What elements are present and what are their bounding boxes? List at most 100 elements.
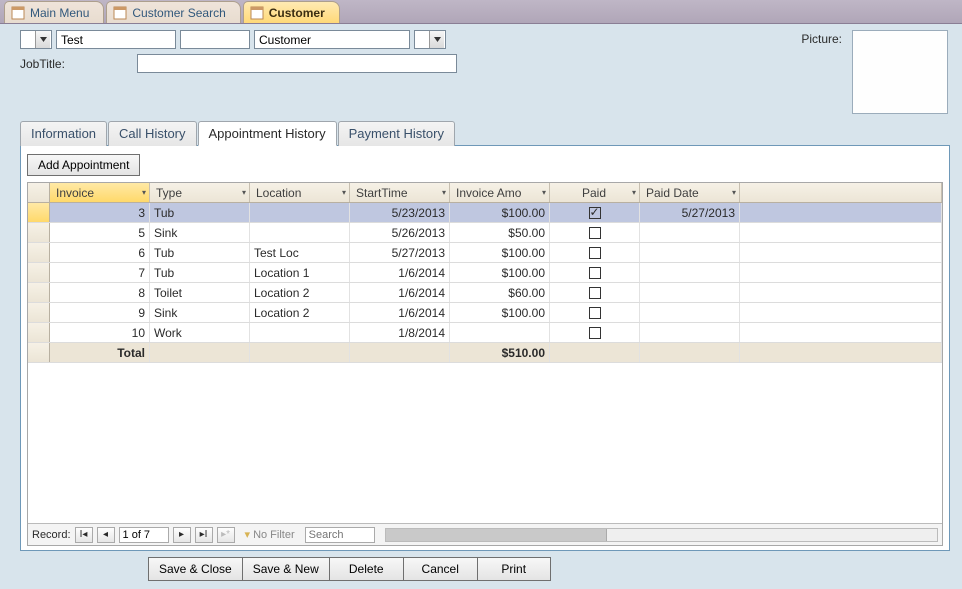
nav-last-button[interactable]: ▸I xyxy=(195,527,213,543)
cell-location[interactable]: Location 2 xyxy=(250,303,350,322)
cell-paid[interactable] xyxy=(550,243,640,262)
middle-name-field[interactable] xyxy=(180,30,250,49)
col-location[interactable]: Location▾ xyxy=(250,183,350,202)
cell-paid-date[interactable] xyxy=(640,223,740,242)
cell-location[interactable]: Location 2 xyxy=(250,283,350,302)
cell-invoice[interactable]: 6 xyxy=(50,243,150,262)
jobtitle-field[interactable] xyxy=(137,54,457,73)
cell-invoice[interactable]: 3 xyxy=(50,203,150,222)
cell-paid[interactable] xyxy=(550,203,640,222)
nav-next-button[interactable]: ▸ xyxy=(173,527,191,543)
delete-button[interactable]: Delete xyxy=(329,557,403,581)
table-row[interactable]: 7TubLocation 11/6/2014$100.00 xyxy=(28,263,942,283)
table-row[interactable]: 9SinkLocation 21/6/2014$100.00 xyxy=(28,303,942,323)
first-name-field[interactable] xyxy=(56,30,176,49)
row-selector[interactable] xyxy=(28,323,50,342)
cell-location[interactable] xyxy=(250,323,350,342)
tab-main-menu[interactable]: Main Menu xyxy=(4,1,104,23)
filter-indicator[interactable]: ▾ No Filter xyxy=(245,528,295,541)
cell-type[interactable]: Tub xyxy=(150,263,250,282)
cell-starttime[interactable]: 1/6/2014 xyxy=(350,303,450,322)
cell-starttime[interactable]: 5/26/2013 xyxy=(350,223,450,242)
cell-starttime[interactable]: 5/27/2013 xyxy=(350,243,450,262)
cell-amount[interactable]: $100.00 xyxy=(450,263,550,282)
tab-customer[interactable]: Customer xyxy=(243,1,340,23)
col-paid-date[interactable]: Paid Date▾ xyxy=(640,183,740,202)
row-selector[interactable] xyxy=(28,263,50,282)
cell-paid[interactable] xyxy=(550,323,640,342)
add-appointment-button[interactable]: Add Appointment xyxy=(27,154,140,176)
horizontal-scrollbar[interactable] xyxy=(385,528,938,542)
print-button[interactable]: Print xyxy=(477,557,551,581)
save-new-button[interactable]: Save & New xyxy=(242,557,329,581)
cell-type[interactable]: Work xyxy=(150,323,250,342)
cell-location[interactable]: Location 1 xyxy=(250,263,350,282)
table-row[interactable]: 6TubTest Loc5/27/2013$100.00 xyxy=(28,243,942,263)
tab-information[interactable]: Information xyxy=(20,121,107,146)
cell-type[interactable]: Tub xyxy=(150,243,250,262)
select-all-cell[interactable] xyxy=(28,183,50,202)
cell-invoice[interactable]: 10 xyxy=(50,323,150,342)
cell-invoice[interactable]: 8 xyxy=(50,283,150,302)
cell-amount[interactable]: $100.00 xyxy=(450,243,550,262)
cell-starttime[interactable]: 5/23/2013 xyxy=(350,203,450,222)
cell-starttime[interactable]: 1/6/2014 xyxy=(350,283,450,302)
cell-starttime[interactable]: 1/6/2014 xyxy=(350,263,450,282)
cell-paid-date[interactable]: 5/27/2013 xyxy=(640,203,740,222)
tab-appointment-history[interactable]: Appointment History xyxy=(198,121,337,146)
cell-paid-date[interactable] xyxy=(640,243,740,262)
cell-amount[interactable]: $100.00 xyxy=(450,303,550,322)
cell-location[interactable] xyxy=(250,203,350,222)
cell-starttime[interactable]: 1/8/2014 xyxy=(350,323,450,342)
cell-invoice[interactable]: 9 xyxy=(50,303,150,322)
cancel-button[interactable]: Cancel xyxy=(403,557,477,581)
cell-paid[interactable] xyxy=(550,303,640,322)
cell-type[interactable]: Toilet xyxy=(150,283,250,302)
table-row[interactable]: 3Tub 5/23/2013$100.00 5/27/2013 xyxy=(28,203,942,223)
tab-payment-history[interactable]: Payment History xyxy=(338,121,455,146)
row-selector[interactable] xyxy=(28,283,50,302)
col-paid[interactable]: Paid▾ xyxy=(550,183,640,202)
cell-location[interactable]: Test Loc xyxy=(250,243,350,262)
cell-paid-date[interactable] xyxy=(640,283,740,302)
cell-type[interactable]: Sink xyxy=(150,223,250,242)
cell-invoice[interactable]: 7 xyxy=(50,263,150,282)
picture-box[interactable] xyxy=(852,30,948,114)
cell-type[interactable]: Tub xyxy=(150,203,250,222)
table-row[interactable]: 10Work 1/8/2014 xyxy=(28,323,942,343)
suffix-combo[interactable] xyxy=(414,30,446,49)
cell-paid[interactable] xyxy=(550,223,640,242)
col-invoice[interactable]: Invoice▾ xyxy=(50,183,150,202)
nav-prev-button[interactable]: ◂ xyxy=(97,527,115,543)
cell-amount[interactable] xyxy=(450,323,550,342)
cell-amount[interactable]: $60.00 xyxy=(450,283,550,302)
col-type[interactable]: Type▾ xyxy=(150,183,250,202)
cell-paid-date[interactable] xyxy=(640,303,740,322)
cell-amount[interactable]: $100.00 xyxy=(450,203,550,222)
prefix-combo[interactable] xyxy=(20,30,52,49)
cell-paid-date[interactable] xyxy=(640,263,740,282)
cell-paid-date[interactable] xyxy=(640,323,740,342)
cell-paid[interactable] xyxy=(550,283,640,302)
table-row[interactable]: 5Sink 5/26/2013$50.00 xyxy=(28,223,942,243)
cell-amount[interactable]: $50.00 xyxy=(450,223,550,242)
tab-customer-search[interactable]: Customer Search xyxy=(106,1,240,23)
table-row[interactable]: 8ToiletLocation 21/6/2014$60.00 xyxy=(28,283,942,303)
row-selector[interactable] xyxy=(28,243,50,262)
record-position[interactable] xyxy=(119,527,169,543)
nav-new-button[interactable]: ▸* xyxy=(217,527,235,543)
cell-paid[interactable] xyxy=(550,263,640,282)
row-selector[interactable] xyxy=(28,223,50,242)
cell-type[interactable]: Sink xyxy=(150,303,250,322)
col-starttime[interactable]: StartTime▾ xyxy=(350,183,450,202)
cell-location[interactable] xyxy=(250,223,350,242)
row-selector[interactable] xyxy=(28,203,50,222)
save-close-button[interactable]: Save & Close xyxy=(148,557,242,581)
last-name-field[interactable] xyxy=(254,30,410,49)
row-selector[interactable] xyxy=(28,303,50,322)
tab-call-history[interactable]: Call History xyxy=(108,121,196,146)
search-input[interactable] xyxy=(305,527,375,543)
col-invoice-amount[interactable]: Invoice Amo▾ xyxy=(450,183,550,202)
nav-first-button[interactable]: I◂ xyxy=(75,527,93,543)
cell-invoice[interactable]: 5 xyxy=(50,223,150,242)
